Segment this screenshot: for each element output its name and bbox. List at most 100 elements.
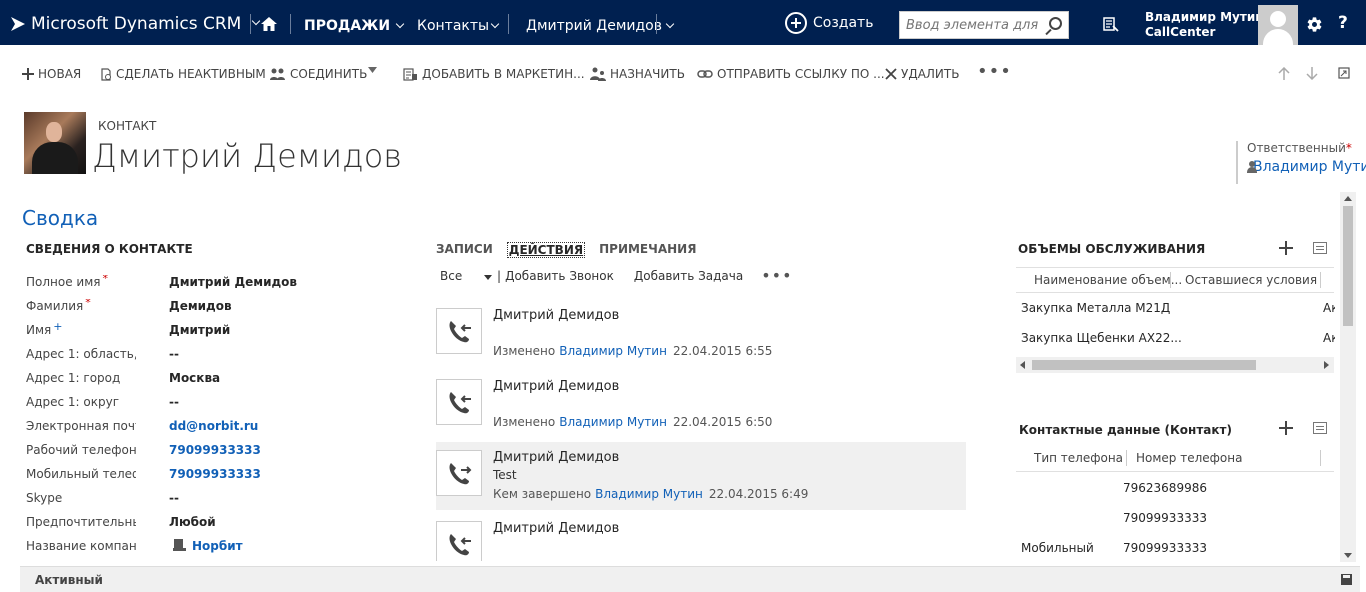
popout-icon[interactable] [1338,67,1350,79]
section-title[interactable]: Сводка [22,206,98,230]
tab-posts[interactable]: ЗАПИСИ [436,242,493,258]
owner-value-link[interactable]: Владимир Мутин [1247,159,1366,175]
dynamics-logo-icon [11,17,25,31]
add-call-button[interactable]: Добавить Звонок [505,269,614,283]
activity-item[interactable]: Дмитрий Демидов [436,519,966,561]
scroll-left-icon[interactable] [1020,361,1025,369]
company-link[interactable]: Норбит [192,539,243,553]
previous-record-icon[interactable] [1278,67,1290,80]
column-header[interactable]: Наименование объем... [1034,273,1182,287]
grid-view-icon[interactable] [1313,422,1327,434]
activity-item[interactable]: Дмитрий Демидов Изменено Владимир Мутин 22… [436,377,966,445]
tab-notes[interactable]: ПРИМЕЧАНИЯ [599,242,696,258]
contact-info-heading: СВЕДЕНИЯ О КОНТАКТЕ [26,242,193,256]
field-firstname[interactable]: Имя + Дмитрий [26,323,406,347]
activity-item[interactable]: Дмитрий Демидов Test Кем завершено Владим… [436,442,966,510]
field-mobile-phone[interactable]: Мобильный телефо 79099933333 [26,467,406,491]
connect-dropdown[interactable] [368,67,377,73]
record-link[interactable]: Дмитрий Демидов [526,18,662,34]
scroll-up-icon[interactable] [1344,196,1352,201]
scroll-right-icon[interactable] [1324,361,1329,369]
email-link[interactable]: dd@norbit.ru [169,419,258,433]
table-row[interactable]: 79623689986 [1123,481,1207,495]
more-commands-icon[interactable]: ••• [977,61,1012,82]
field-skype[interactable]: Skype -- [26,491,406,515]
horizontal-scrollbar[interactable] [1016,357,1334,373]
avatar[interactable] [1258,5,1298,45]
home-icon[interactable] [260,16,278,32]
table-row[interactable]: 79099933333 [1123,541,1207,555]
save-icon[interactable] [1341,574,1352,585]
grid-view-icon[interactable] [1313,242,1327,254]
activity-filter[interactable]: Все [440,269,493,283]
search-input[interactable] [900,12,1040,38]
activity-title[interactable]: Дмитрий Демидов [493,450,619,465]
create-button[interactable]: Создать [785,12,873,34]
field-label: Мобильный телефо [26,467,136,481]
activity-title[interactable]: Дмитрий Демидов [493,308,619,323]
scroll-down-icon[interactable] [1344,553,1352,558]
column-header[interactable]: Оставшиеся условия [1185,273,1317,287]
activity-item[interactable]: Дмитрий Демидов Изменено Владимир Мутин 22… [436,306,966,374]
add-to-marketing-button[interactable]: ДОБАВИТЬ В МАРКЕТИН... [403,67,585,81]
phone-link[interactable]: 79099933333 [169,443,261,457]
table-row[interactable]: 79099933333 [1123,511,1207,525]
field-address-city[interactable]: Адрес 1: город Москва [26,371,406,395]
new-button[interactable]: НОВАЯ [22,67,81,81]
assign-button[interactable]: НАЗНАЧИТЬ [590,67,685,81]
search-box [899,11,1069,39]
phone-link[interactable]: 79099933333 [169,467,261,481]
add-task-button[interactable]: Добавить Задача [634,269,743,283]
vertical-scrollbar[interactable] [1340,192,1356,562]
activity-title[interactable]: Дмитрий Демидов [493,379,619,394]
incoming-call-icon [436,521,482,561]
column-header[interactable]: Тип телефона [1034,451,1123,465]
field-address-region[interactable]: Адрес 1: область, кр -- [26,347,406,371]
table-row[interactable]: Закупка Щебенки АХ22... [1021,331,1182,345]
search-icon[interactable] [1049,17,1062,30]
user-link[interactable]: Владимир Мутин [559,344,667,358]
user-info[interactable]: Владимир Мутин CallCenter [1145,10,1264,40]
field-address-district[interactable]: Адрес 1: округ -- [26,395,406,419]
more-actions-icon[interactable]: ••• [761,266,792,285]
gear-icon[interactable] [1306,16,1323,33]
activity-title[interactable]: Дмитрий Демидов [493,521,619,536]
field-lastname[interactable]: Фамилия * Демидов [26,299,406,323]
add-circle-icon [785,12,807,34]
entity-link[interactable]: Контакты [417,18,489,34]
add-icon[interactable] [1279,241,1293,255]
add-icon[interactable] [1279,421,1293,435]
record-menu-chevron[interactable] [660,18,675,34]
entity-menu-chevron[interactable] [485,18,500,34]
contact-photo[interactable] [24,112,86,174]
app-title-menu[interactable]: Microsoft Dynamics CRM [10,14,261,34]
marketing-list-icon [403,67,417,81]
field-value: -- [169,395,179,409]
field-email[interactable]: Электронная почта dd@norbit.ru [26,419,406,443]
field-preferred[interactable]: Предпочтительный Любой [26,515,406,539]
help-icon[interactable]: ? [1338,13,1348,33]
field-label: Фамилия [26,299,84,313]
deactivate-button[interactable]: СДЕЛАТЬ НЕАКТИВНЫМ [100,67,266,81]
status-text: Активный [35,573,103,587]
owner-label: Ответственный* [1247,141,1352,155]
column-header[interactable]: Номер телефона [1136,451,1242,465]
divider: | [497,268,502,283]
user-link[interactable]: Владимир Мутин [595,487,703,501]
delete-button[interactable]: УДАЛИТЬ [885,67,959,81]
field-work-phone[interactable]: Рабочий телефон 79099933333 [26,443,406,467]
connect-button[interactable]: СОЕДИНИТЬ [270,67,367,81]
tab-activities[interactable]: ДЕЙСТВИЯ [506,242,586,258]
table-cell: Мобильный [1021,541,1094,555]
area-menu[interactable]: ПРОДАЖИ [304,18,405,34]
entitlements-heading: ОБЪЕМЫ ОБСЛУЖИВАНИЯ [1018,242,1206,256]
field-value: Демидов [169,299,232,313]
table-row[interactable]: Закупка Металла М21Д [1021,301,1170,315]
user-link[interactable]: Владимир Мутин [559,415,667,429]
email-link-button[interactable]: ОТПРАВИТЬ ССЫЛКУ ПО ... [697,67,885,81]
field-company[interactable]: Название компании Норбит [26,539,406,563]
advanced-find-icon[interactable] [1103,16,1119,32]
next-record-icon[interactable] [1306,67,1318,80]
field-fullname[interactable]: Полное имя * Дмитрий Демидов [26,275,406,299]
field-value: -- [169,491,179,505]
